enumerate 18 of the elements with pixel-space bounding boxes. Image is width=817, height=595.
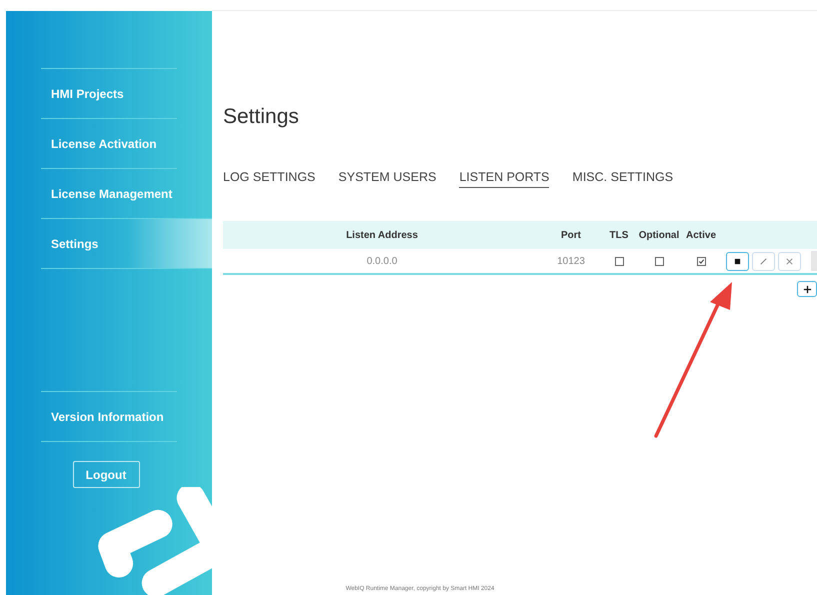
column-header: Listen Address [345, 230, 419, 240]
sidebar-item[interactable]: License Activation [41, 118, 177, 168]
column-header: Port [560, 230, 582, 240]
table-cell-text: 10123 [556, 256, 586, 266]
sidebar-item[interactable]: Settings [41, 218, 212, 269]
column-header: Optional [638, 230, 680, 240]
tab[interactable]: SYSTEM USERS [338, 170, 436, 188]
tab[interactable]: LOG SETTINGS [223, 170, 316, 188]
column-header: Active [684, 230, 717, 240]
tab[interactable]: LISTEN PORTS [459, 170, 550, 188]
tab[interactable]: MISC. SETTINGS [572, 170, 674, 188]
sidebar-item[interactable]: License Management [41, 168, 177, 218]
table-cell-text: 0.0.0.0 [366, 256, 398, 266]
page-title: Settings [223, 104, 300, 130]
sidebar-item[interactable]: Version Information [41, 391, 177, 442]
column-header: TLS [608, 230, 630, 240]
sidebar-item[interactable]: HMI Projects [41, 68, 177, 118]
logout-button[interactable]: Logout [72, 461, 140, 488]
